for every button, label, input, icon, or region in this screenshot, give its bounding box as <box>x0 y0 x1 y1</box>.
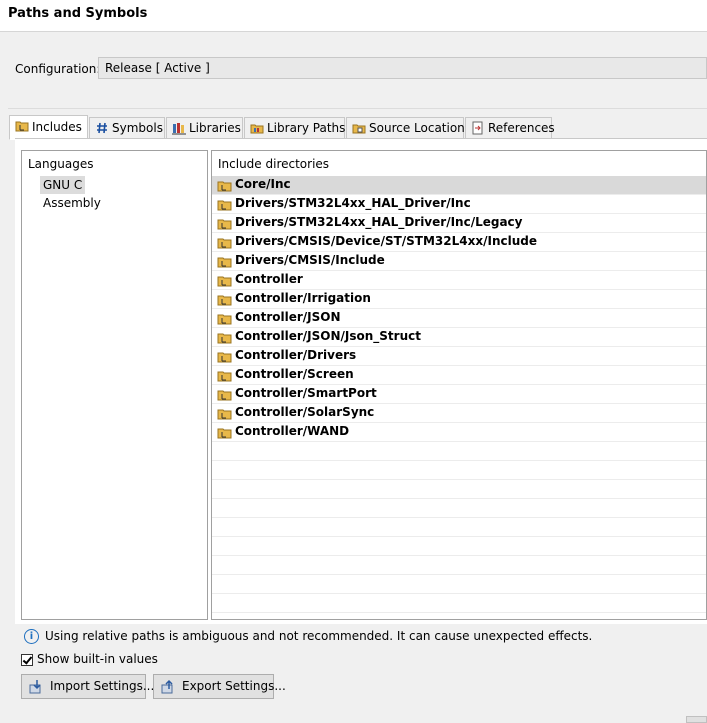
tab-label: Symbols <box>112 121 163 135</box>
info-text: Using relative paths is ambiguous and no… <box>45 629 593 643</box>
include-directory-path: Controller/JSON <box>235 310 341 324</box>
empty-row <box>212 480 706 499</box>
info-message: i Using relative paths is ambiguous and n… <box>24 628 592 646</box>
empty-row <box>212 518 706 537</box>
include-directory-path: Drivers/STM32L4xx_HAL_Driver/Inc <box>235 196 471 210</box>
configuration-select[interactable]: Release [ Active ] <box>98 57 707 79</box>
include-directory-path: Core/Inc <box>235 177 291 191</box>
include-directory-row[interactable]: Drivers/STM32L4xx_HAL_Driver/Inc <box>212 195 706 214</box>
include-directory-path: Controller/SmartPort <box>235 386 377 400</box>
folder-include-icon <box>217 295 232 306</box>
include-directory-row[interactable]: Controller/WAND <box>212 423 706 442</box>
tab-label: Libraries <box>189 121 241 135</box>
include-directory-row[interactable]: Controller/SmartPort <box>212 385 706 404</box>
include-directory-path: Controller/WAND <box>235 424 350 438</box>
folder-include-icon <box>217 219 232 230</box>
include-directory-path: Controller/Screen <box>235 367 354 381</box>
folder-include-icon <box>217 257 232 268</box>
folder-include-icon <box>217 428 232 439</box>
import-settings-button[interactable]: Import Settings... <box>21 674 154 699</box>
folder-include-icon <box>217 238 232 249</box>
include-directory-row[interactable]: Controller/JSON <box>212 309 706 328</box>
include-directory-row[interactable]: Controller/Drivers <box>212 347 706 366</box>
show-builtin-checkbox[interactable] <box>21 653 33 666</box>
tab-label: References <box>488 121 555 135</box>
include-directory-row[interactable]: Drivers/STM32L4xx_HAL_Driver/Inc/Legacy <box>212 214 706 233</box>
hash-icon <box>97 122 107 134</box>
folder-include-icon <box>217 352 232 363</box>
empty-row <box>212 442 706 461</box>
folder-include-icon <box>217 333 232 344</box>
tab-label: Source Location <box>369 121 465 135</box>
language-item-gnu-c[interactable]: GNU C <box>40 176 86 194</box>
include-directory-path: Drivers/STM32L4xx_HAL_Driver/Inc/Legacy <box>235 215 523 229</box>
folder-books-icon <box>250 124 264 134</box>
info-icon: i <box>24 629 39 644</box>
include-directory-row[interactable]: Controller <box>212 271 706 290</box>
empty-row <box>212 537 706 556</box>
include-directory-path: Drivers/CMSIS/Include <box>235 253 385 267</box>
references-icon <box>472 121 483 135</box>
include-directory-row[interactable]: Controller/JSON/Json_Struct <box>212 328 706 347</box>
include-directory-path: Controller/Drivers <box>235 348 357 362</box>
include-directories-header: Include directories <box>218 157 330 171</box>
scrollbar-corner <box>686 716 707 723</box>
tab-label: Includes <box>32 120 82 134</box>
folder-source-icon <box>352 124 366 134</box>
include-directory-row[interactable]: Controller/Irrigation <box>212 290 706 309</box>
empty-row <box>212 575 706 594</box>
include-directory-path: Controller <box>235 272 303 286</box>
show-builtin-checkbox-row[interactable]: Show built-in values <box>21 652 158 668</box>
include-directory-row[interactable]: Drivers/CMSIS/Device/ST/STM32L4xx/Includ… <box>212 233 706 252</box>
export-settings-label: Export Settings... <box>182 679 286 693</box>
include-directory-row[interactable]: Drivers/CMSIS/Include <box>212 252 706 271</box>
folder-include-icon <box>217 181 232 192</box>
tab-symbols[interactable]: Symbols <box>89 117 165 139</box>
configuration-label: Configuration: <box>15 62 101 76</box>
tab-library-paths[interactable]: Library Paths <box>244 117 345 139</box>
empty-row <box>212 556 706 575</box>
export-settings-button[interactable]: Export Settings... <box>153 674 286 699</box>
folder-include-icon <box>217 276 232 287</box>
show-builtin-label: Show built-in values <box>37 652 158 666</box>
folder-include-icon <box>217 371 232 382</box>
include-directory-path: Controller/SolarSync <box>235 405 375 419</box>
tab-source-location[interactable]: Source Location <box>346 117 465 139</box>
divider <box>8 108 707 109</box>
folder-include-icon <box>217 314 232 325</box>
tab-includes[interactable]: Includes <box>9 115 88 140</box>
empty-row <box>212 594 706 613</box>
languages-list[interactable]: Languages GNU C Assembly <box>21 150 208 620</box>
import-settings-label: Import Settings... <box>50 679 155 693</box>
folder-include-icon <box>15 121 29 132</box>
languages-header: Languages <box>28 157 94 171</box>
tab-libraries[interactable]: Libraries <box>166 117 243 139</box>
empty-row <box>212 461 706 480</box>
include-directory-path: Drivers/CMSIS/Device/ST/STM32L4xx/Includ… <box>235 234 537 248</box>
folder-include-icon <box>217 200 232 211</box>
folder-include-icon <box>217 390 232 401</box>
include-directory-row[interactable]: Core/Inc <box>212 176 706 195</box>
include-directory-path: Controller/JSON/Json_Struct <box>235 329 421 343</box>
empty-row <box>212 499 706 518</box>
include-directory-path: Controller/Irrigation <box>235 291 371 305</box>
language-item-assembly[interactable]: Assembly <box>40 194 104 212</box>
tab-label: Library Paths <box>267 121 346 135</box>
include-directory-row[interactable]: Controller/Screen <box>212 366 706 385</box>
folder-include-icon <box>217 409 232 420</box>
books-icon <box>172 123 186 135</box>
import-icon <box>29 680 41 694</box>
title-bar: Paths and Symbols <box>0 0 707 32</box>
tab-references[interactable]: References <box>465 117 555 139</box>
export-icon <box>161 679 173 694</box>
include-directory-row[interactable]: Controller/SolarSync <box>212 404 706 423</box>
include-directories-list[interactable]: Include directories Core/Inc Drivers/STM3… <box>211 150 707 620</box>
page-title: Paths and Symbols <box>8 6 148 21</box>
